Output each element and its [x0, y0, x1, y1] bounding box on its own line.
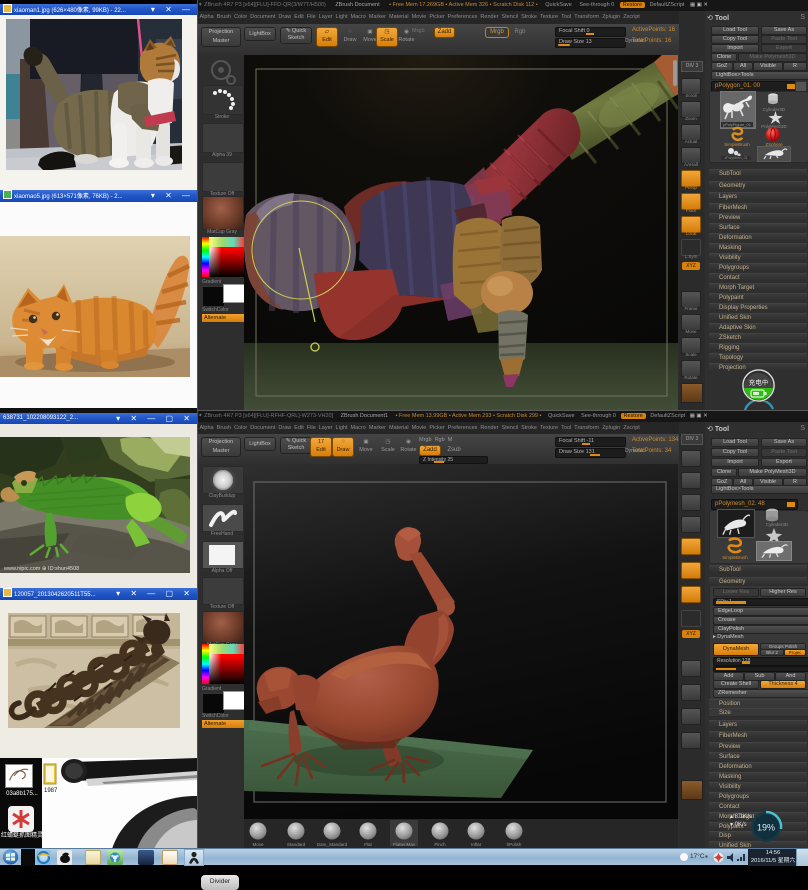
- svg-text:www.nipic.com ⊕ ID:shun4508: www.nipic.com ⊕ ID:shun4508: [3, 566, 79, 572]
- svg-text:Move: Move: [252, 842, 264, 847]
- svg-text:Inflat: Inflat: [471, 842, 482, 847]
- svg-text:Flat: Flat: [364, 842, 372, 847]
- svg-text:▾ 0K/s: ▾ 0K/s: [730, 822, 747, 828]
- svg-text:▴ 8.1K/s: ▴ 8.1K/s: [730, 814, 752, 820]
- svg-text:1987: 1987: [44, 788, 58, 794]
- svg-text:19%: 19%: [757, 823, 775, 833]
- svg-text:Pinch: Pinch: [434, 842, 446, 847]
- svg-text:FlattenMax: FlattenMax: [393, 842, 416, 847]
- svg-text:Standard: Standard: [287, 842, 306, 847]
- svg-text:Dam_Standard: Dam_Standard: [317, 842, 348, 847]
- svg-text:充电中: 充电中: [749, 378, 769, 387]
- svg-text:hPolish: hPolish: [507, 842, 522, 847]
